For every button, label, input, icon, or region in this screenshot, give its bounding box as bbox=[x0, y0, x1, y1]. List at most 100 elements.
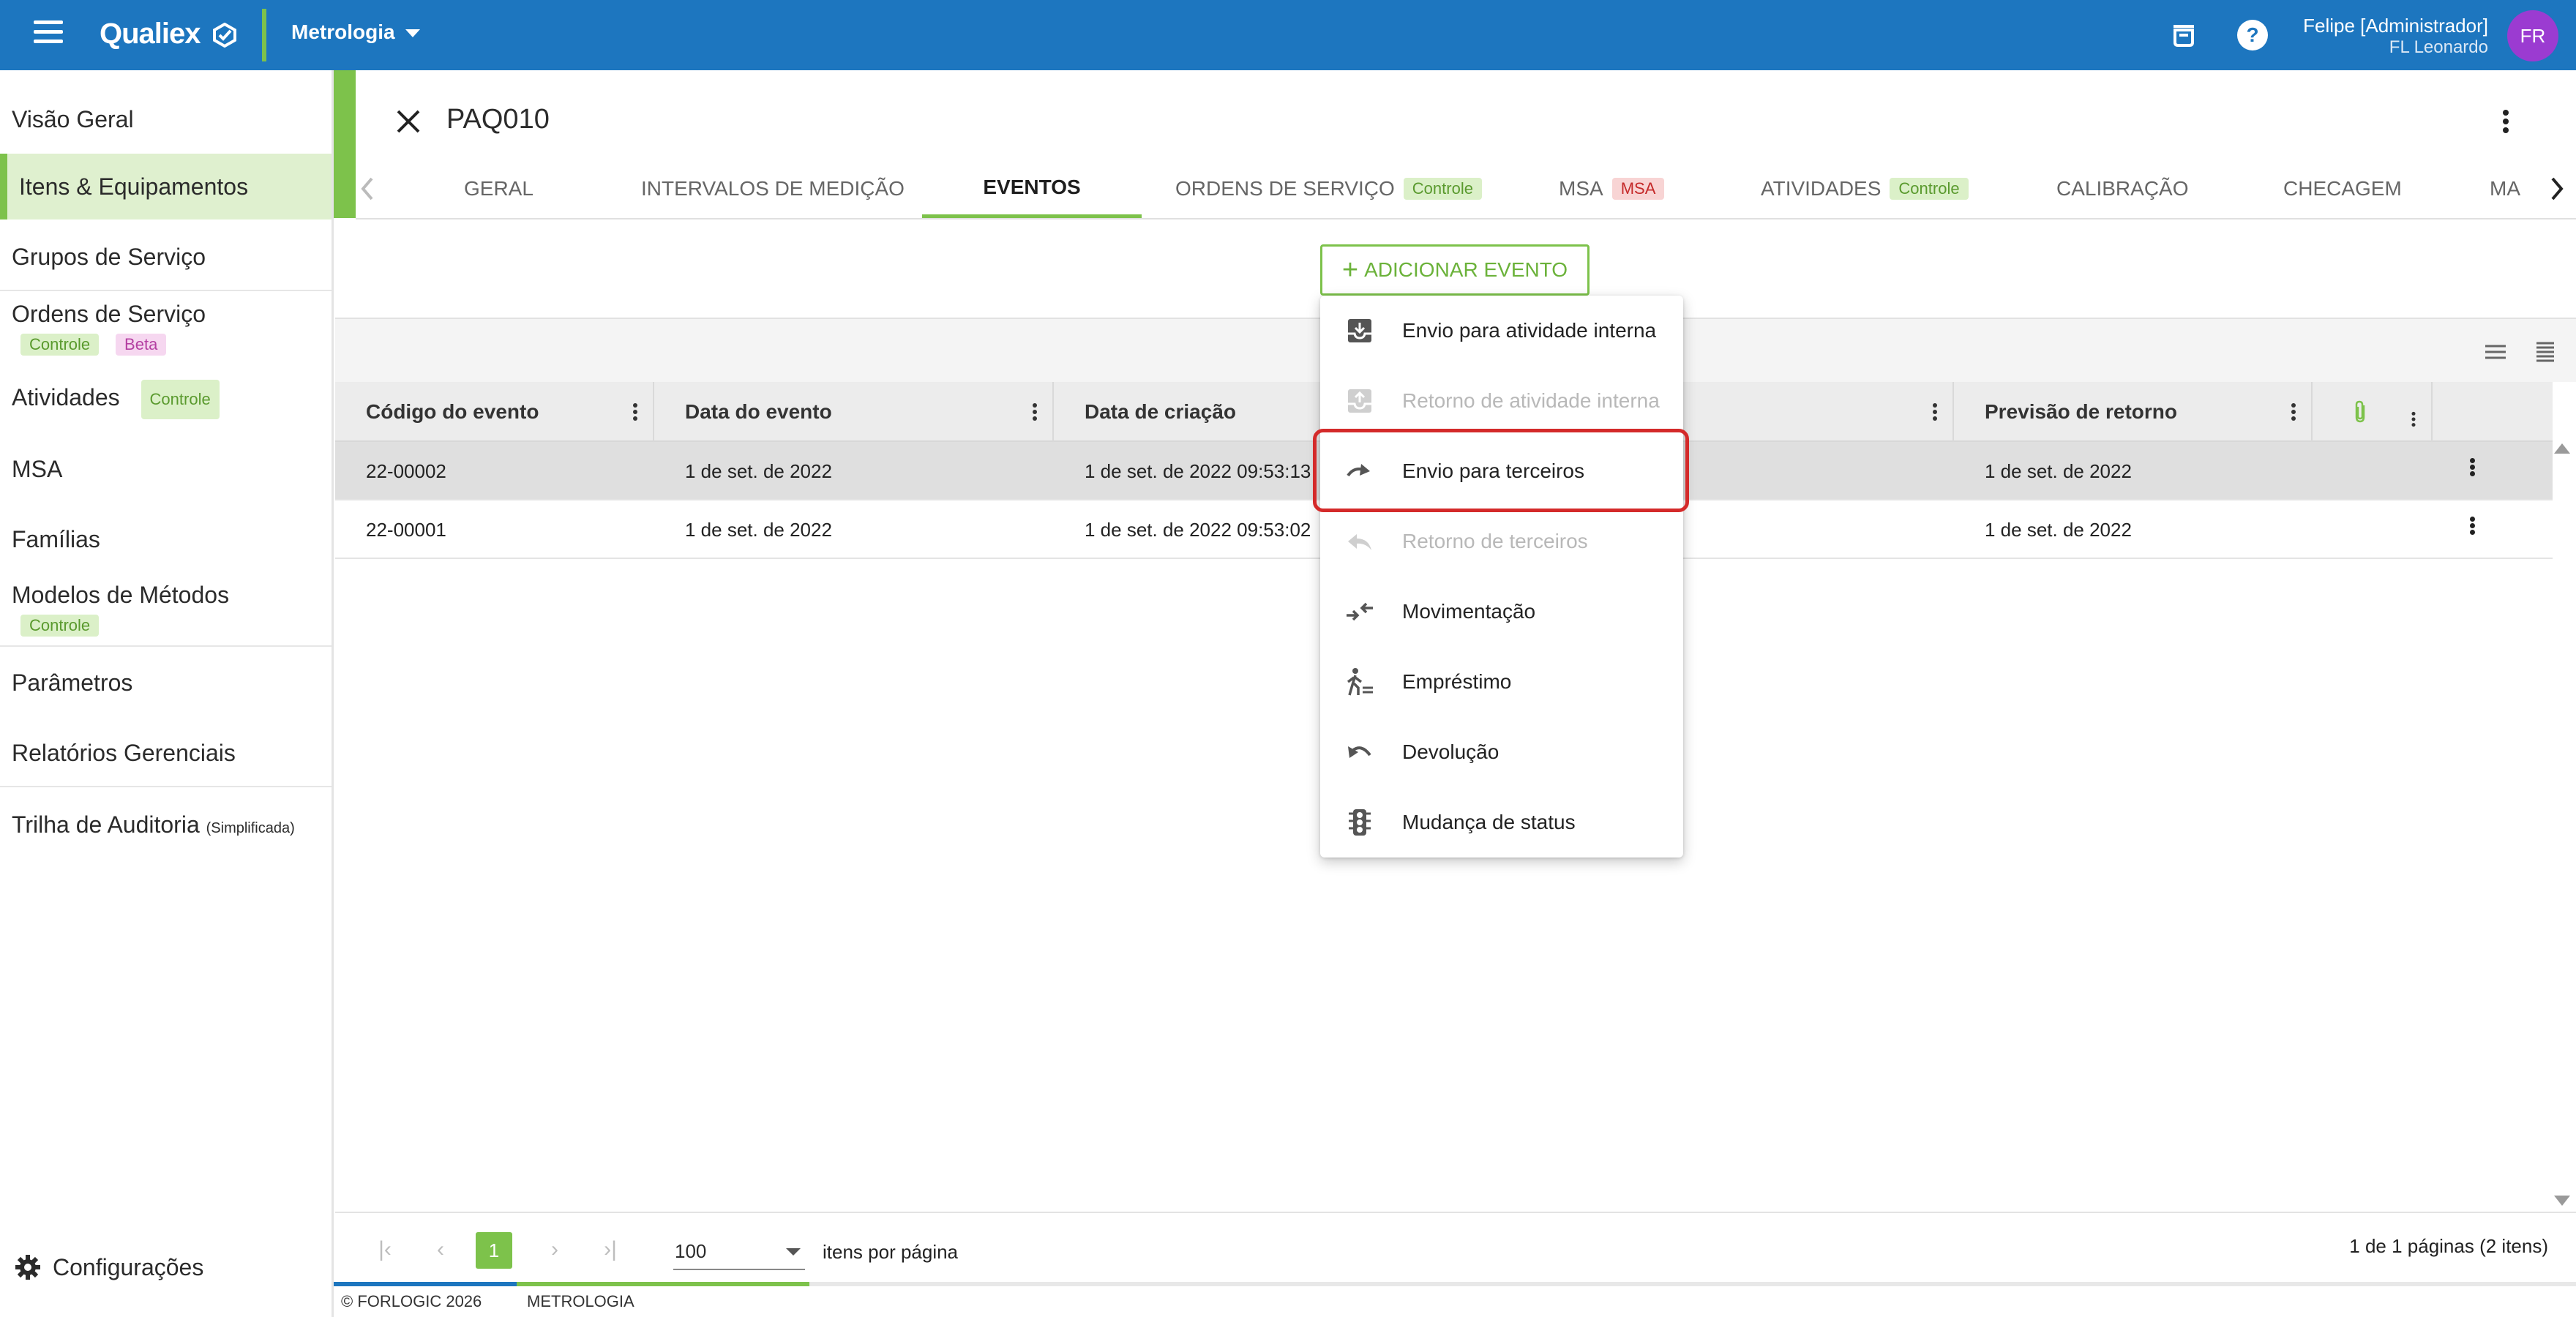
tab-label: GERAL bbox=[464, 177, 533, 200]
page-range-label: 1 de 1 páginas (2 itens) bbox=[2349, 1235, 2548, 1257]
column-menu-icon[interactable] bbox=[2411, 411, 2416, 427]
menu-item-label: Devolução bbox=[1402, 740, 1499, 763]
chevron-down-icon bbox=[405, 29, 420, 38]
user-company: FL Leonardo bbox=[2389, 37, 2488, 57]
sidebar-item-parametros[interactable]: Parâmetros bbox=[0, 664, 332, 701]
tab-label: EVENTOS bbox=[983, 175, 1081, 198]
menu-item-label: Empréstimo bbox=[1402, 670, 1512, 693]
column-header-actions bbox=[2433, 382, 2553, 442]
plus-icon: + bbox=[1341, 255, 1359, 285]
scroll-down-arrow[interactable] bbox=[2554, 1196, 2570, 1206]
footer-module: METROLOGIA bbox=[527, 1292, 634, 1310]
sidebar-item-atividades[interactable]: Atividades Controle bbox=[0, 379, 332, 419]
sidebar-item-label: Atividades bbox=[12, 384, 120, 410]
help-icon[interactable]: ? bbox=[2235, 18, 2270, 53]
sidebar-item-label: Visão Geral bbox=[12, 106, 134, 132]
compact-view-icon[interactable] bbox=[2532, 341, 2558, 363]
column-menu-icon[interactable] bbox=[1932, 402, 1938, 421]
menu-item-emprestimo[interactable]: Empréstimo bbox=[1320, 647, 1683, 717]
menu-item-label: Mudança de status bbox=[1402, 811, 1576, 833]
inbox-out-icon bbox=[1348, 319, 1371, 342]
prev-page-icon[interactable]: ‹ bbox=[427, 1235, 454, 1264]
column-header-data-evento[interactable]: Data do evento bbox=[654, 382, 1054, 442]
last-page-icon[interactable]: ›| bbox=[597, 1235, 624, 1264]
walking-person-icon bbox=[1347, 668, 1373, 696]
tab-atividades[interactable]: ATIVIDADES Controle bbox=[1761, 160, 1969, 218]
page-size-value: 100 bbox=[675, 1239, 707, 1262]
page-title: PAQ010 bbox=[446, 104, 550, 135]
close-icon[interactable] bbox=[392, 105, 424, 138]
tab-label: MSA bbox=[1559, 177, 1603, 200]
sidebar-item-relatorios-gerenciais[interactable]: Relatórios Gerenciais bbox=[0, 735, 332, 771]
row-actions-icon[interactable] bbox=[2463, 515, 2481, 544]
divider bbox=[0, 290, 332, 291]
tab-intervalos-medicao[interactable]: INTERVALOS DE MEDIÇÃO bbox=[641, 160, 905, 218]
next-page-icon[interactable]: › bbox=[542, 1235, 568, 1264]
sidebar-item-label: Relatórios Gerenciais bbox=[12, 740, 236, 766]
chevron-left-icon[interactable] bbox=[356, 174, 382, 203]
tab-label: ORDENS DE SERVIÇO bbox=[1175, 177, 1395, 200]
row-actions-icon[interactable] bbox=[2463, 457, 2481, 486]
tab-ordens-servico[interactable]: ORDENS DE SERVIÇO Controle bbox=[1175, 160, 1482, 218]
coffee-cup-icon[interactable] bbox=[2166, 18, 2201, 53]
tab-checagem[interactable]: CHECAGEM bbox=[2283, 160, 2402, 218]
tab-label: MA bbox=[2490, 177, 2520, 200]
cell-created: 1 de set. de 2022 09:53:02 bbox=[1085, 518, 1311, 541]
tab-msa[interactable]: MSA MSA bbox=[1559, 160, 1665, 218]
cell-code: 22-00001 bbox=[366, 518, 446, 541]
sidebar-item-visao-geral[interactable]: Visão Geral bbox=[0, 101, 332, 138]
column-menu-icon[interactable] bbox=[2291, 402, 2296, 421]
hamburger-menu-icon[interactable] bbox=[34, 20, 69, 50]
sidebar-item-itens-equipamentos[interactable]: Itens & Equipamentos bbox=[0, 154, 332, 220]
sidebar-item-grupos-servico[interactable]: Grupos de Serviço bbox=[0, 239, 332, 275]
column-menu-icon[interactable] bbox=[632, 402, 638, 421]
user-name: Felipe [Administrador] bbox=[2303, 15, 2488, 37]
menu-item-movimentacao[interactable]: Movimentação bbox=[1320, 577, 1683, 647]
menu-item-mudanca-status[interactable]: Mudança de status bbox=[1320, 787, 1683, 858]
logo-mark-icon bbox=[212, 23, 236, 48]
menu-item-devolucao[interactable]: Devolução bbox=[1320, 717, 1683, 787]
sidebar-item-note: (Simplificada) bbox=[206, 820, 295, 836]
sidebar-item-label: MSA bbox=[12, 456, 63, 482]
column-header-attachments[interactable] bbox=[2313, 382, 2433, 442]
add-event-button[interactable]: + ADICIONAR EVENTO bbox=[1320, 244, 1590, 296]
user-info[interactable]: Felipe [Administrador] FL Leonardo bbox=[2303, 15, 2488, 59]
avatar[interactable]: FR bbox=[2507, 10, 2558, 61]
chevron-right-icon[interactable] bbox=[2544, 174, 2570, 203]
column-header-previsao-retorno[interactable]: Previsão de retorno bbox=[1954, 382, 2313, 442]
footer-accent-blue bbox=[334, 1282, 517, 1286]
tag-beta: Beta bbox=[116, 333, 167, 356]
sidebar-item-modelos-metodos[interactable]: Modelos de Métodos Controle bbox=[0, 581, 332, 642]
brand-logo[interactable]: Qualiex bbox=[100, 18, 237, 50]
cell-event-date: 1 de set. de 2022 bbox=[685, 518, 832, 541]
column-menu-icon[interactable] bbox=[1032, 402, 1038, 421]
sidebar-item-label: Modelos de Métodos bbox=[12, 582, 230, 608]
sidebar-item-label: Itens & Equipamentos bbox=[19, 173, 249, 200]
column-label: Código do evento bbox=[366, 400, 539, 423]
tab-truncated[interactable]: MA bbox=[2490, 160, 2535, 218]
menu-item-envio-atividade-interna[interactable]: Envio para atividade interna bbox=[1320, 296, 1683, 366]
column-header-codigo[interactable]: Código do evento bbox=[335, 382, 654, 442]
tag-controle: Controle bbox=[20, 333, 100, 356]
first-page-icon[interactable]: |‹ bbox=[372, 1235, 398, 1264]
topbar-divider bbox=[262, 9, 266, 61]
tab-calibracao[interactable]: CALIBRAÇÃO bbox=[2056, 160, 2189, 218]
menu-item-retorno-atividade-interna: Retorno de atividade interna bbox=[1320, 366, 1683, 436]
column-label: Data de criação bbox=[1085, 400, 1236, 423]
current-page-button[interactable]: 1 bbox=[476, 1232, 512, 1269]
module-selector[interactable]: Metrologia bbox=[291, 20, 420, 44]
sidebar-item-familias[interactable]: Famílias bbox=[0, 521, 332, 558]
tab-geral[interactable]: GERAL bbox=[464, 160, 533, 218]
undo-icon bbox=[1348, 746, 1371, 758]
more-options-icon[interactable] bbox=[2491, 107, 2520, 136]
page-size-select[interactable]: 100 bbox=[673, 1234, 805, 1270]
scroll-up-arrow[interactable] bbox=[2554, 443, 2570, 454]
settings-link[interactable]: Configurações bbox=[13, 1253, 203, 1282]
sidebar-item-ordens-servico[interactable]: Ordens de Serviço Controle Beta bbox=[0, 300, 332, 361]
list-view-icon[interactable] bbox=[2482, 341, 2509, 363]
tab-eventos[interactable]: EVENTOS bbox=[922, 160, 1142, 218]
column-label: Data do evento bbox=[685, 400, 832, 423]
sidebar-item-msa[interactable]: MSA bbox=[0, 451, 332, 487]
sidebar-item-trilha-auditoria[interactable]: Trilha de Auditoria (Simplificada) bbox=[0, 806, 332, 843]
inbox-in-icon bbox=[1348, 389, 1371, 413]
